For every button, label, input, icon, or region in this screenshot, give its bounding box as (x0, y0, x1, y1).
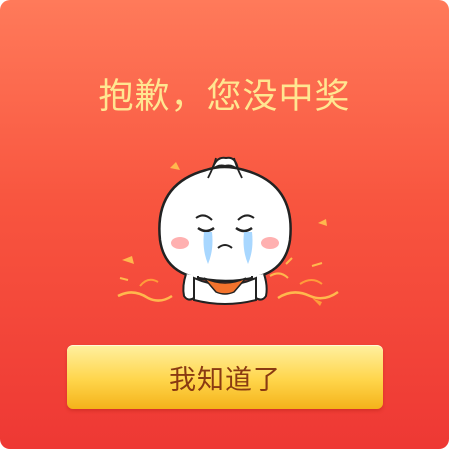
dialog-title: 抱歉，您没中奖 (98, 77, 351, 117)
result-dialog: 抱歉，您没中奖 我知道了 (0, 0, 449, 449)
acknowledge-button[interactable]: 我知道了 (67, 345, 383, 409)
crying-bun-mascot-icon (117, 156, 339, 306)
acknowledge-button-label: 我知道了 (169, 364, 281, 396)
